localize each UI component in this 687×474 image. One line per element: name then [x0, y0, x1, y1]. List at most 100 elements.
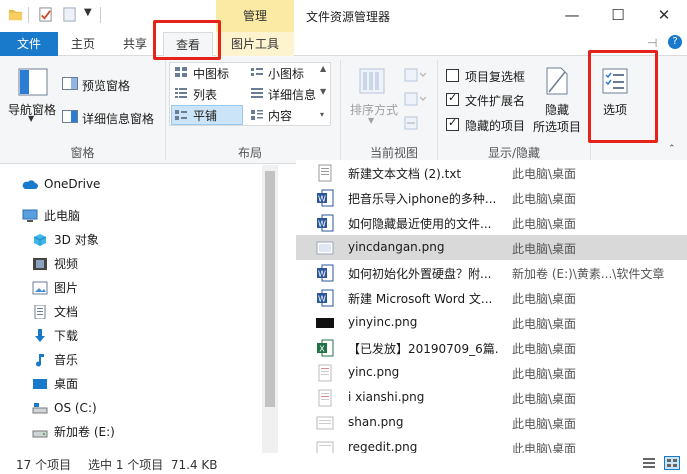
collapse-ribbon-icon[interactable]: ⌃ — [668, 144, 676, 154]
file-row-selected[interactable]: yincdangan.png 此电脑\桌面 — [296, 235, 687, 260]
properties-icon[interactable] — [38, 7, 53, 22]
pin-icon[interactable]: ⊣ — [647, 36, 657, 50]
cloud-icon — [22, 180, 38, 189]
small-icons-option[interactable]: 小图标 — [268, 65, 304, 82]
cube-icon — [33, 234, 47, 246]
file-name: yinyinc.png — [348, 315, 418, 329]
file-location: 此电脑\桌面 — [512, 367, 577, 381]
nav-label: OS (C:) — [54, 401, 97, 415]
ribbon: 导航窗格 ▼ 预览窗格 详细信息窗格 窗格 中图标 小图标 列表 详细信息 平铺… — [0, 56, 687, 164]
word-file-icon: W — [317, 289, 334, 307]
hide-selected-icon — [546, 67, 568, 95]
file-location: 此电脑\桌面 — [512, 292, 577, 306]
picture-icon — [32, 281, 48, 295]
large-icons-view-icon[interactable] — [664, 456, 680, 470]
file-location: 此电脑\桌面 — [512, 217, 577, 231]
file-name: yinc.png — [348, 365, 400, 379]
item-checkboxes-checkbox[interactable] — [446, 69, 459, 82]
sort-by-icon — [359, 68, 385, 94]
file-name: 如何隐藏最近使用的文件... — [348, 217, 492, 231]
medium-icons-option[interactable]: 中图标 — [193, 65, 229, 82]
file-row[interactable]: W 如何隐藏最近使用的文件... 此电脑\桌面 — [296, 210, 687, 235]
close-button[interactable]: ✕ — [641, 0, 687, 32]
scrollbar-thumb[interactable] — [265, 171, 275, 407]
file-name: regedit.png — [348, 440, 418, 453]
file-row[interactable]: 新建文本文档 (2).txt 此电脑\桌面 — [296, 160, 687, 185]
file-location: 此电脑\桌面 — [512, 442, 577, 453]
file-name: shan.png — [348, 415, 404, 429]
details-pane-button[interactable]: 详细信息窗格 — [82, 110, 154, 127]
file-row[interactable]: W 把音乐导入iphone的多种... 此电脑\桌面 — [296, 185, 687, 210]
navigation-pane: OneDrive 此电脑 3D 对象 视频 图片 文档 下载 音乐 桌面 OS … — [0, 165, 278, 453]
nav-label: 文档 — [54, 305, 79, 319]
list-option[interactable]: 列表 — [193, 86, 217, 103]
svg-text:W: W — [318, 270, 326, 279]
computer-icon — [22, 209, 38, 222]
hide-selected-line1[interactable]: 隐藏 — [545, 101, 569, 118]
file-row[interactable]: X 【已发放】20190709_6篇... 此电脑\桌面 — [296, 335, 687, 360]
file-location: 此电脑\桌面 — [512, 317, 577, 331]
sort-by-dropdown-icon[interactable]: ▼ — [368, 116, 374, 125]
file-row[interactable]: W 新建 Microsoft Word 文... 此电脑\桌面 — [296, 285, 687, 310]
hide-selected-line2[interactable]: 所选项目 — [533, 118, 581, 135]
file-extensions-checkbox[interactable] — [446, 91, 459, 106]
tiles-option[interactable]: 平铺 — [193, 107, 217, 124]
file-row[interactable]: i xianshi.png 此电脑\桌面 — [296, 385, 687, 410]
content-option[interactable]: 内容 — [268, 107, 292, 124]
content-icon — [251, 110, 263, 120]
nav-label: OneDrive — [44, 177, 101, 191]
quick-access-dropdown-icon[interactable]: ▼ — [84, 7, 92, 18]
nav-label: 桌面 — [54, 377, 79, 391]
hidden-items-checkbox[interactable] — [446, 116, 459, 131]
nav-label: 3D 对象 — [54, 233, 99, 247]
navigation-pane-scrollbar[interactable] — [262, 165, 278, 453]
group-label-panes: 窗格 — [70, 146, 95, 160]
file-name: i xianshi.png — [348, 390, 425, 404]
add-columns-icon[interactable] — [404, 92, 426, 106]
file-row[interactable]: W 如何初始化外置硬盘？附... 新加卷 (E:)\黄素...\软件文章 — [296, 260, 687, 285]
nav-label: 此电脑 — [44, 209, 81, 223]
annotation-box-options — [588, 50, 658, 143]
file-name: yincdangan.png — [348, 240, 445, 254]
word-file-icon: W — [317, 264, 334, 282]
tab-share[interactable]: 共享 — [114, 32, 156, 56]
tiles-icon — [175, 110, 187, 120]
size-columns-icon[interactable] — [404, 116, 418, 130]
maximize-button[interactable]: ☐ — [595, 0, 641, 32]
file-location: 此电脑\桌面 — [512, 417, 577, 431]
details-option[interactable]: 详细信息 — [268, 86, 316, 103]
file-location: 新加卷 (E:)\黄素...\软件文章 — [512, 267, 665, 281]
preview-pane-button[interactable]: 预览窗格 — [82, 77, 130, 94]
navigation-pane-dropdown-icon[interactable]: ▼ — [28, 114, 34, 123]
file-row[interactable]: shan.png 此电脑\桌面 — [296, 410, 687, 435]
preview-pane-icon — [62, 77, 78, 90]
medium-icons-icon — [175, 67, 187, 77]
file-name: 新建文本文档 (2).txt — [348, 167, 462, 181]
file-row[interactable]: yinyinc.png 此电脑\桌面 — [296, 310, 687, 335]
item-checkboxes-label[interactable]: 项目复选框 — [465, 68, 525, 85]
file-row[interactable]: yinc.png 此电脑\桌面 — [296, 360, 687, 385]
svg-text:W: W — [318, 295, 326, 304]
ribbon-tabs: 文件 主页 共享 查看 图片工具 ⊣ ? — [0, 32, 687, 57]
file-extensions-label[interactable]: 文件扩展名 — [465, 92, 525, 109]
details-view-icon[interactable] — [642, 457, 656, 469]
tab-file[interactable]: 文件 — [0, 32, 58, 56]
file-row[interactable]: regedit.png 此电脑\桌面 — [296, 435, 687, 453]
help-icon[interactable]: ? — [668, 35, 682, 49]
gallery-down-icon[interactable]: ▼ — [320, 87, 326, 96]
minimize-button[interactable]: — — [549, 0, 595, 32]
file-location: 此电脑\桌面 — [512, 342, 577, 356]
image-file-icon — [318, 389, 332, 407]
tab-picture-tools[interactable]: 图片工具 — [216, 32, 294, 56]
tab-home[interactable]: 主页 — [62, 32, 104, 56]
gallery-expand-icon[interactable]: ▾ — [320, 110, 324, 119]
new-folder-icon[interactable] — [62, 7, 77, 22]
image-file-icon — [316, 318, 334, 328]
details-icon — [251, 88, 263, 98]
gallery-up-icon[interactable]: ▲ — [320, 64, 326, 73]
video-icon — [33, 258, 47, 270]
word-file-icon: W — [317, 214, 334, 232]
group-by-icon[interactable] — [404, 68, 426, 82]
manage-context-tab[interactable]: 管理 — [216, 0, 294, 32]
hidden-items-label[interactable]: 隐藏的项目 — [465, 117, 525, 134]
